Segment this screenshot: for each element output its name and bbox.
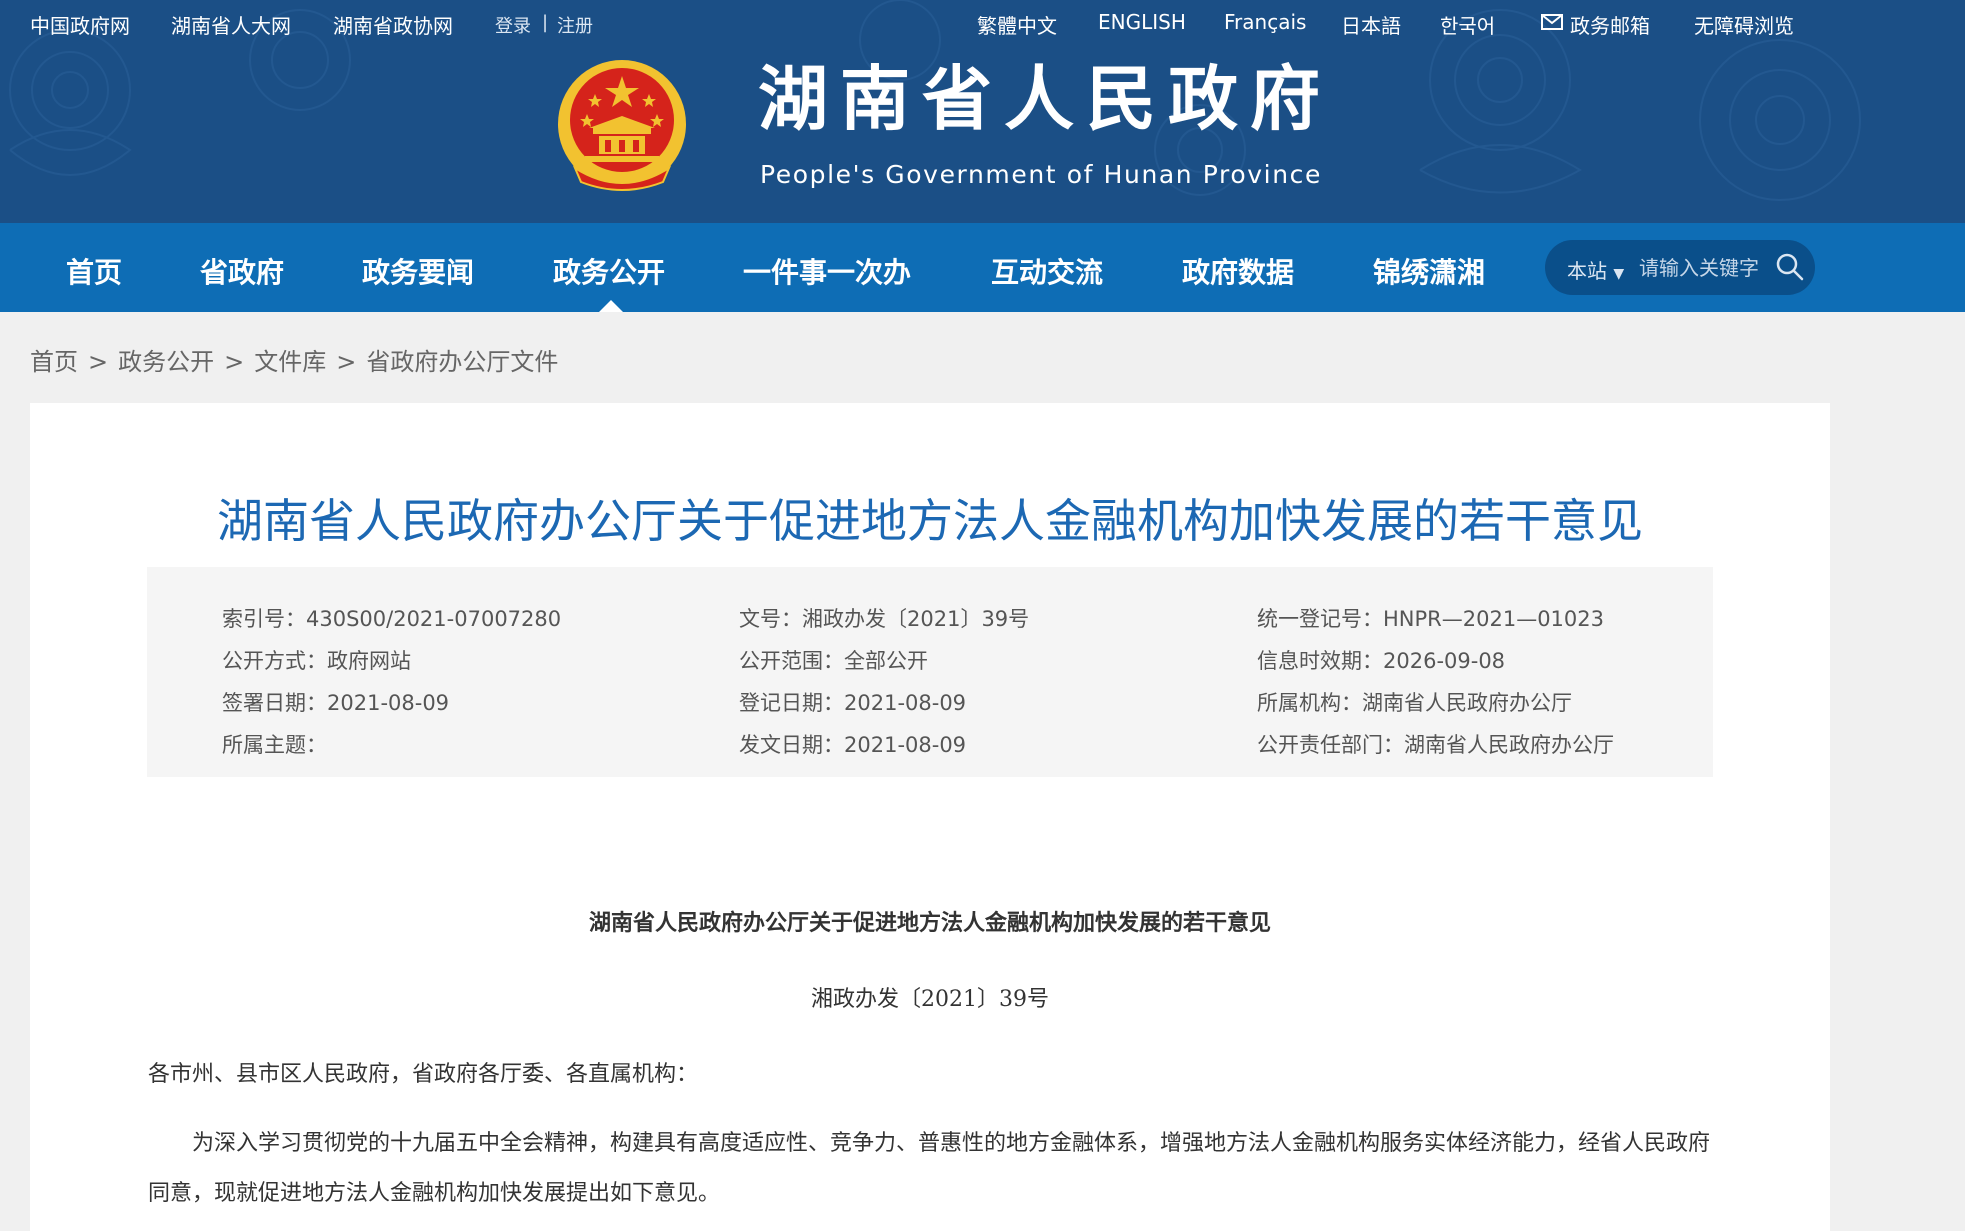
- nav-item-jinxiu-xiaoxiang[interactable]: 锦绣潇湘: [1373, 251, 1485, 291]
- meta-agency: 所属机构：湖南省人民政府办公厅: [1257, 691, 1572, 715]
- link-japanese[interactable]: 日本語: [1341, 10, 1401, 39]
- meta-index-no: 索引号：430S00/2021-07007280: [222, 607, 562, 631]
- breadcrumb-gov-affairs-open[interactable]: 政务公开: [118, 348, 214, 376]
- body-title: 湖南省人民政府办公厅关于促进地方法人金融机构加快发展的若干意见: [588, 910, 1271, 936]
- meta-pub-method: 公开方式：政府网站: [222, 649, 411, 673]
- body-addressee: 各市州、县市区人民政府，省政府各厅委、各直属机构：: [148, 1062, 699, 1087]
- meta-reg-date: 登记日期：2021-08-09: [739, 691, 967, 715]
- chevron-down-icon: ▼: [1613, 266, 1625, 282]
- meta-doc-no: 文号：湘政办发〔2021〕39号: [739, 607, 1030, 631]
- breadcrumb: 首页 > 政务公开 > 文件库 > 省政府办公厅文件: [30, 342, 558, 377]
- meta-dept: 公开责任部门：湖南省人民政府办公厅: [1257, 733, 1614, 757]
- link-traditional-chinese[interactable]: 繁體中文: [977, 10, 1057, 39]
- breadcrumb-document-library[interactable]: 文件库: [254, 348, 326, 376]
- register-link[interactable]: 注册: [557, 12, 593, 38]
- breadcrumb-separator: >: [88, 348, 109, 376]
- meta-issue-date: 发文日期：2021-08-09: [739, 733, 967, 757]
- breadcrumb-separator: >: [224, 348, 245, 376]
- meta-pub-scope: 公开范围：全部公开: [739, 649, 928, 673]
- link-china-gov[interactable]: 中国政府网: [30, 10, 130, 39]
- meta-reg-no: 统一登记号：HNPR—2021—01023: [1257, 607, 1605, 631]
- link-hunan-cppcc[interactable]: 湖南省政协网: [333, 10, 453, 39]
- breadcrumb-office-documents[interactable]: 省政府办公厅文件: [366, 348, 558, 376]
- document-meta-box: 索引号：430S00/2021-07007280 文号：湘政办发〔2021〕39…: [147, 567, 1713, 777]
- nav-item-provincial-gov[interactable]: 省政府: [200, 251, 284, 291]
- nav-item-interaction[interactable]: 互动交流: [991, 251, 1103, 291]
- content-panel: 湖南省人民政府办公厅关于促进地方法人金融机构加快发展的若干意见 索引号：430S…: [30, 403, 1830, 1231]
- search-input[interactable]: [1637, 252, 1771, 284]
- link-hunan-npc[interactable]: 湖南省人大网: [171, 10, 291, 39]
- login-link[interactable]: 登录: [495, 12, 531, 38]
- body-doc-code: 湘政办发〔2021〕39号: [811, 987, 1049, 1012]
- active-nav-indicator: [599, 300, 623, 312]
- nav-item-gov-data[interactable]: 政府数据: [1182, 251, 1294, 291]
- site-subtitle: People's Government of Hunan Province: [760, 160, 1322, 189]
- search-scope-select[interactable]: 本站 ▼: [1567, 255, 1624, 284]
- meta-validity: 信息时效期：2026-09-08: [1257, 649, 1506, 673]
- site-title: 湖南省人民政府: [758, 57, 1332, 140]
- meta-topic: 所属主题：: [222, 733, 327, 757]
- nav-item-home[interactable]: 首页: [66, 251, 122, 291]
- breadcrumb-separator: >: [336, 348, 357, 376]
- nav-item-one-thing-one-time[interactable]: 一件事一次办: [743, 251, 911, 291]
- nav-item-gov-affairs-open[interactable]: 政务公开: [553, 251, 665, 291]
- mail-icon[interactable]: [1541, 12, 1563, 32]
- meta-sign-date: 签署日期：2021-08-09: [222, 691, 450, 715]
- body-paragraph: 为深入学习贯彻党的十九届五中全会精神，构建具有高度适应性、竞争力、普惠性的地方金…: [148, 1131, 1711, 1206]
- top-links-bar: 中国政府网 湖南省人大网 湖南省政协网 登录 | 注册 繁體中文 ENGLISH…: [0, 0, 1965, 44]
- login-separator: |: [542, 12, 549, 33]
- search-icon[interactable]: [1775, 252, 1805, 282]
- site-header: 中国政府网 湖南省人大网 湖南省政协网 登录 | 注册 繁體中文 ENGLISH…: [0, 0, 1965, 223]
- link-gov-mail[interactable]: 政务邮箱: [1570, 10, 1650, 39]
- national-emblem-icon: [558, 60, 686, 191]
- search-scope-label: 本站: [1567, 259, 1607, 283]
- link-accessible[interactable]: 无障碍浏览: [1694, 10, 1794, 39]
- link-french[interactable]: Français: [1224, 10, 1306, 34]
- link-english[interactable]: ENGLISH: [1098, 10, 1186, 34]
- nav-item-gov-news[interactable]: 政务要闻: [362, 251, 474, 291]
- breadcrumb-home[interactable]: 首页: [30, 348, 78, 376]
- link-korean[interactable]: 한국어: [1440, 10, 1495, 39]
- document-title: 湖南省人民政府办公厅关于促进地方法人金融机构加快发展的若干意见: [217, 494, 1643, 548]
